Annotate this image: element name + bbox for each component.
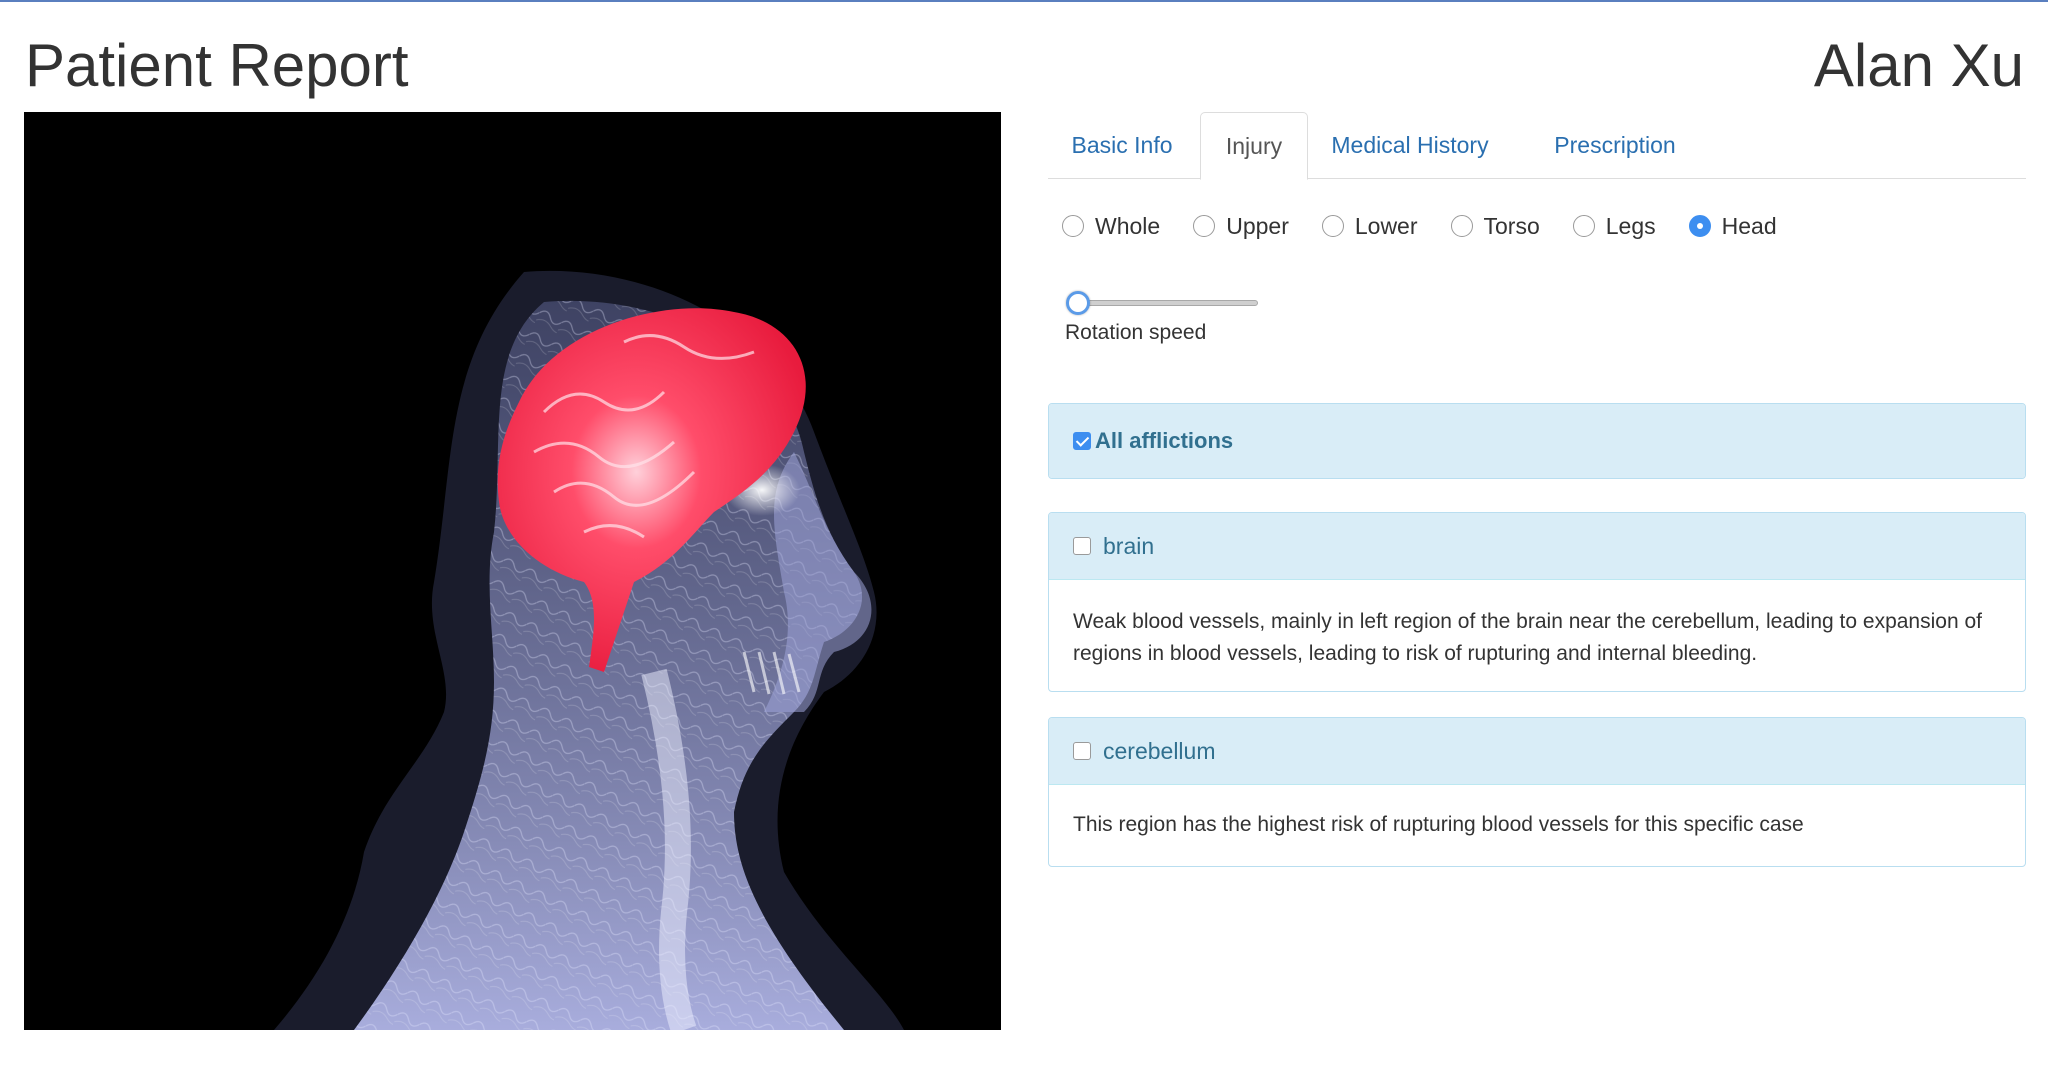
radio-button[interactable] bbox=[1062, 215, 1084, 237]
slider-track[interactable] bbox=[1072, 300, 1258, 306]
rotation-speed-slider[interactable] bbox=[1066, 290, 1260, 316]
affliction-description: Weak blood vessels, mainly in left regio… bbox=[1049, 579, 2025, 691]
radio-button[interactable] bbox=[1193, 215, 1216, 237]
affliction-header-cerebellum[interactable]: cerebellum bbox=[1049, 718, 2025, 784]
region-label: Torso bbox=[1483, 212, 1540, 239]
patient-name: Alan Xu bbox=[1813, 32, 2024, 99]
all-afflictions-checkbox[interactable] bbox=[1073, 432, 1091, 450]
region-label: Head bbox=[1721, 212, 1777, 239]
region-option-legs[interactable]: Legs bbox=[1572, 212, 1656, 240]
brain-checkbox[interactable] bbox=[1073, 537, 1091, 555]
all-afflictions-label: All afflictions bbox=[1095, 428, 1234, 453]
top-accent-bar bbox=[0, 0, 2048, 2]
tab-injury[interactable]: Injury bbox=[1200, 112, 1308, 180]
region-option-head[interactable]: Head bbox=[1688, 212, 1777, 240]
tab-medical-history[interactable]: Medical History bbox=[1310, 112, 1510, 180]
cerebellum-checkbox[interactable] bbox=[1073, 742, 1091, 760]
all-afflictions-header[interactable]: All afflictions bbox=[1049, 404, 2025, 478]
affliction-description: This region has the highest risk of rupt… bbox=[1049, 784, 2025, 866]
region-label: Lower bbox=[1354, 212, 1418, 239]
body-region-selector: Whole Upper Lower Torso Legs Head bbox=[1062, 210, 1810, 242]
radio-button[interactable] bbox=[1572, 215, 1595, 237]
page-title: Patient Report bbox=[25, 32, 409, 99]
rotation-speed-label: Rotation speed bbox=[1065, 321, 1207, 344]
all-afflictions-panel: All afflictions bbox=[1048, 403, 2026, 479]
affliction-header-brain[interactable]: brain bbox=[1049, 513, 2025, 579]
affliction-panel-brain: brain Weak blood vessels, mainly in left… bbox=[1048, 512, 2026, 692]
radio-button-selected[interactable] bbox=[1688, 215, 1711, 237]
xray-3d-viewer[interactable] bbox=[24, 112, 1001, 1030]
region-option-upper[interactable]: Upper bbox=[1193, 213, 1289, 240]
affliction-title: brain bbox=[1103, 532, 1155, 559]
xray-rendering bbox=[274, 271, 904, 1030]
report-tabs: Basic Info Injury Medical History Prescr… bbox=[1048, 112, 2026, 180]
region-option-lower[interactable]: Lower bbox=[1321, 212, 1418, 240]
region-label: Whole bbox=[1095, 212, 1161, 239]
region-label: Legs bbox=[1605, 212, 1656, 239]
tab-prescription[interactable]: Prescription bbox=[1522, 112, 1708, 180]
affliction-title: cerebellum bbox=[1103, 737, 1216, 764]
region-option-torso[interactable]: Torso bbox=[1450, 212, 1540, 240]
tab-basic-info[interactable]: Basic Info bbox=[1048, 112, 1196, 180]
report-panel: Basic Info Injury Medical History Prescr… bbox=[1048, 112, 2026, 867]
slider-thumb[interactable] bbox=[1066, 291, 1090, 315]
radio-button[interactable] bbox=[1450, 215, 1473, 237]
radio-button[interactable] bbox=[1321, 215, 1344, 237]
region-label: Upper bbox=[1226, 212, 1289, 239]
region-option-whole[interactable]: Whole bbox=[1062, 213, 1160, 240]
affliction-panel-cerebellum: cerebellum This region has the highest r… bbox=[1048, 717, 2026, 867]
